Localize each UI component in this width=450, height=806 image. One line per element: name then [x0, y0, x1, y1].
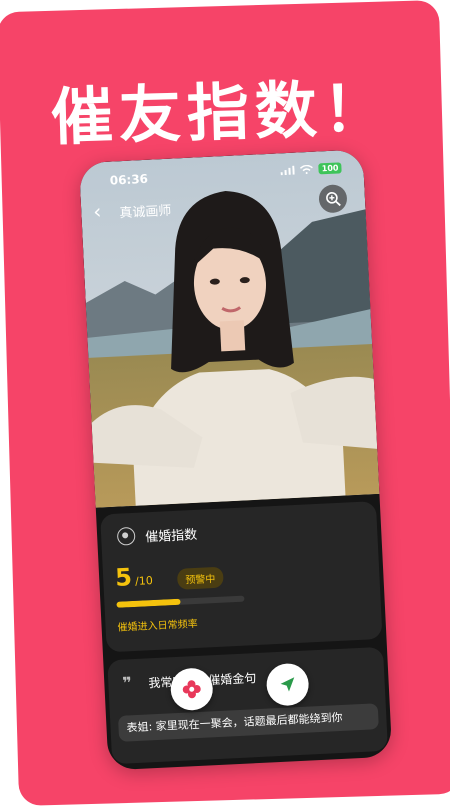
target-icon — [117, 527, 136, 546]
index-card: 催婚指数 5/10 预警中 催婚进入日常频率 — [100, 501, 382, 652]
phone-mockup: 06:36 100 ‹ 真诚画师 — [79, 149, 392, 770]
page-title: 真诚画师 — [119, 200, 172, 222]
signal-icon — [281, 166, 295, 176]
quote-card: ❞ 我常听到的催婚金句 表姐: 家里现在一聚会，话题最后都能绕到你 — [107, 647, 388, 764]
back-icon[interactable]: ‹ — [93, 200, 102, 222]
score-max: /10 — [135, 574, 153, 588]
quote-icon: ❞ — [122, 673, 132, 692]
send-icon — [277, 674, 298, 695]
wifi-icon — [300, 165, 314, 175]
score-value: 5 — [115, 563, 133, 592]
promo-poster: 催友指数！ — [0, 0, 450, 806]
flower-icon — [181, 679, 202, 700]
zoom-button[interactable] — [318, 184, 347, 213]
status-badge: 预警中 — [177, 567, 224, 590]
index-title: 催婚指数 — [145, 524, 198, 546]
score-progress-bar — [116, 596, 244, 608]
battery-icon: 100 — [319, 162, 342, 174]
quote-message: 表姐: 家里现在一聚会，话题最后都能绕到你 — [118, 703, 379, 742]
headline: 催友指数！ — [0, 56, 443, 158]
zoom-icon — [325, 190, 342, 207]
status-time: 06:36 — [109, 172, 148, 188]
index-status-text: 催婚进入日常频率 — [117, 615, 198, 634]
index-score: 5/10 — [115, 562, 154, 592]
score-progress-fill — [116, 599, 180, 608]
